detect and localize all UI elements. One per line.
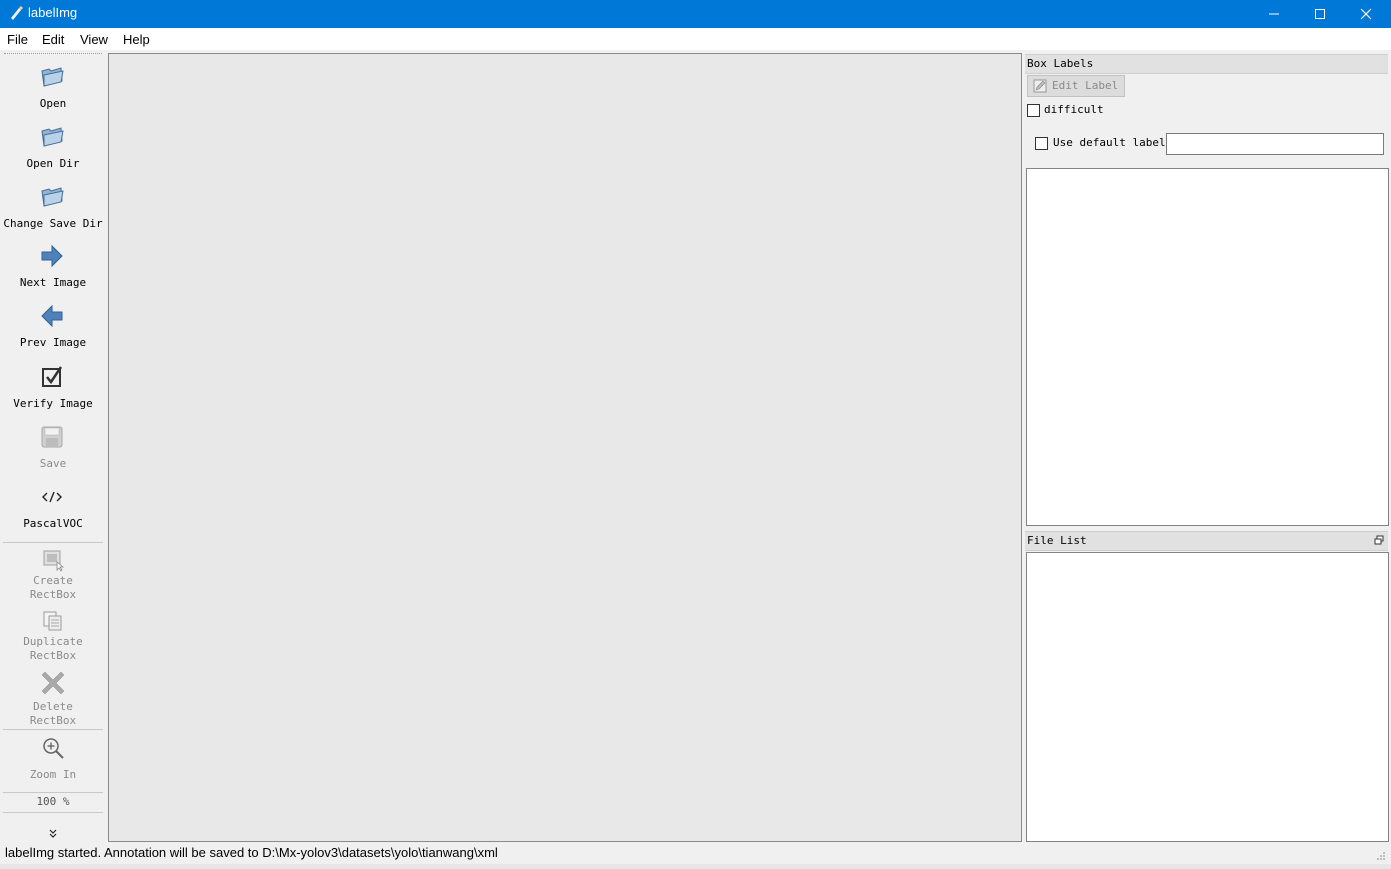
duplicate-icon [43,611,62,631]
zoom-value[interactable]: 100 % [0,795,106,808]
size-grip-icon[interactable] [1376,851,1386,861]
labelimg-icon [11,6,23,20]
save-button[interactable]: Save [0,424,106,474]
open-dir-button[interactable]: Open Dir [0,123,106,173]
default-label-input[interactable] [1166,133,1384,155]
delete-icon [41,671,65,694]
toolbar-separator [3,542,103,543]
toolbar-separator [3,792,103,793]
file-list-title: File List [1027,534,1087,547]
create-rectbox-button[interactable]: Create RectBox [0,548,106,604]
tool-label-duplicate-rectbox: Duplicate RectBox [23,635,83,662]
tool-label-delete-rectbox: Delete RectBox [29,700,77,727]
difficult-label: difficult [1044,103,1104,116]
next-image-button[interactable]: Next Image [0,243,106,293]
tool-label-prev-image: Prev Image [19,336,87,349]
toolbar-separator [3,812,103,813]
tool-label-create-rectbox: Create RectBox [29,574,77,601]
tool-label-zoom-in: Zoom In [29,768,77,781]
zoom-in-button[interactable]: Zoom In [0,736,106,786]
difficult-checkbox[interactable] [1027,104,1040,117]
checkbox-icon [42,366,63,387]
edit-label-button[interactable]: Edit Label [1027,75,1125,97]
folder-open-icon [41,127,64,147]
arrow-left-icon [41,304,63,328]
create-rectbox-icon [43,550,65,572]
tool-label-verify-image: Verify Image [13,397,93,410]
box-labels-title: Box Labels [1027,57,1094,70]
verify-image-button[interactable]: Verify Image [0,364,106,414]
tool-label-next-image: Next Image [19,276,87,289]
save-icon [41,426,63,448]
use-default-label-checkbox[interactable] [1035,137,1048,150]
menu-view[interactable]: View [80,32,108,47]
image-canvas[interactable] [108,53,1022,842]
use-default-label-text: Use default label [1053,136,1166,149]
delete-rectbox-button[interactable]: Delete RectBox [0,670,106,727]
tool-label-save: Save [39,457,67,470]
change-save-dir-button[interactable]: Change Save Dir [0,183,106,233]
menu-help[interactable]: Help [123,32,150,47]
file-list-dock-title: File List [1025,531,1388,551]
folder-open-icon [41,187,64,207]
zoom-in-icon [43,738,64,759]
box-labels-dock-title: Box Labels [1025,54,1388,74]
open-button[interactable]: Open [0,63,106,113]
tool-label-pascalvoc: PascalVOC [23,517,83,530]
maximize-icon [1315,9,1325,19]
edit-label-text: Edit Label [1052,79,1119,92]
menu-edit[interactable]: Edit [42,32,64,47]
maximize-button[interactable] [1297,0,1343,28]
chevron-double-down-icon[interactable] [48,829,58,839]
edit-icon [1033,79,1047,93]
file-list[interactable] [1026,552,1389,842]
menu-bar: File Edit View Help [0,28,1391,50]
menu-file[interactable]: File [7,32,28,47]
title-bar: labelImg [0,0,1391,28]
close-icon [1360,8,1372,20]
window-title: labelImg [28,5,78,20]
float-window-icon[interactable] [1374,535,1384,545]
pascalvoc-button[interactable]: PascalVOC [0,484,106,534]
duplicate-rectbox-button[interactable]: Duplicate RectBox [0,609,106,665]
status-bar: labelImg started. Annotation will be sav… [0,842,1391,864]
minimize-icon [1269,13,1279,15]
tool-label-open: Open [39,97,67,110]
status-text: labelImg started. Annotation will be sav… [5,845,498,860]
window-bottom-border [0,864,1391,869]
toolbar-separator [3,729,103,730]
code-icon [42,491,62,503]
prev-image-button[interactable]: Prev Image [0,303,106,353]
box-labels-list[interactable] [1026,168,1389,526]
tool-label-open-dir: Open Dir [26,157,80,170]
minimize-button[interactable] [1251,0,1297,28]
left-toolbar: Open Open Dir Change Save Dir Next Image… [0,53,106,841]
close-button[interactable] [1343,0,1389,28]
tool-label-change-save-dir: Change Save Dir [3,217,103,230]
arrow-right-icon [41,244,63,268]
folder-open-icon [41,67,64,87]
